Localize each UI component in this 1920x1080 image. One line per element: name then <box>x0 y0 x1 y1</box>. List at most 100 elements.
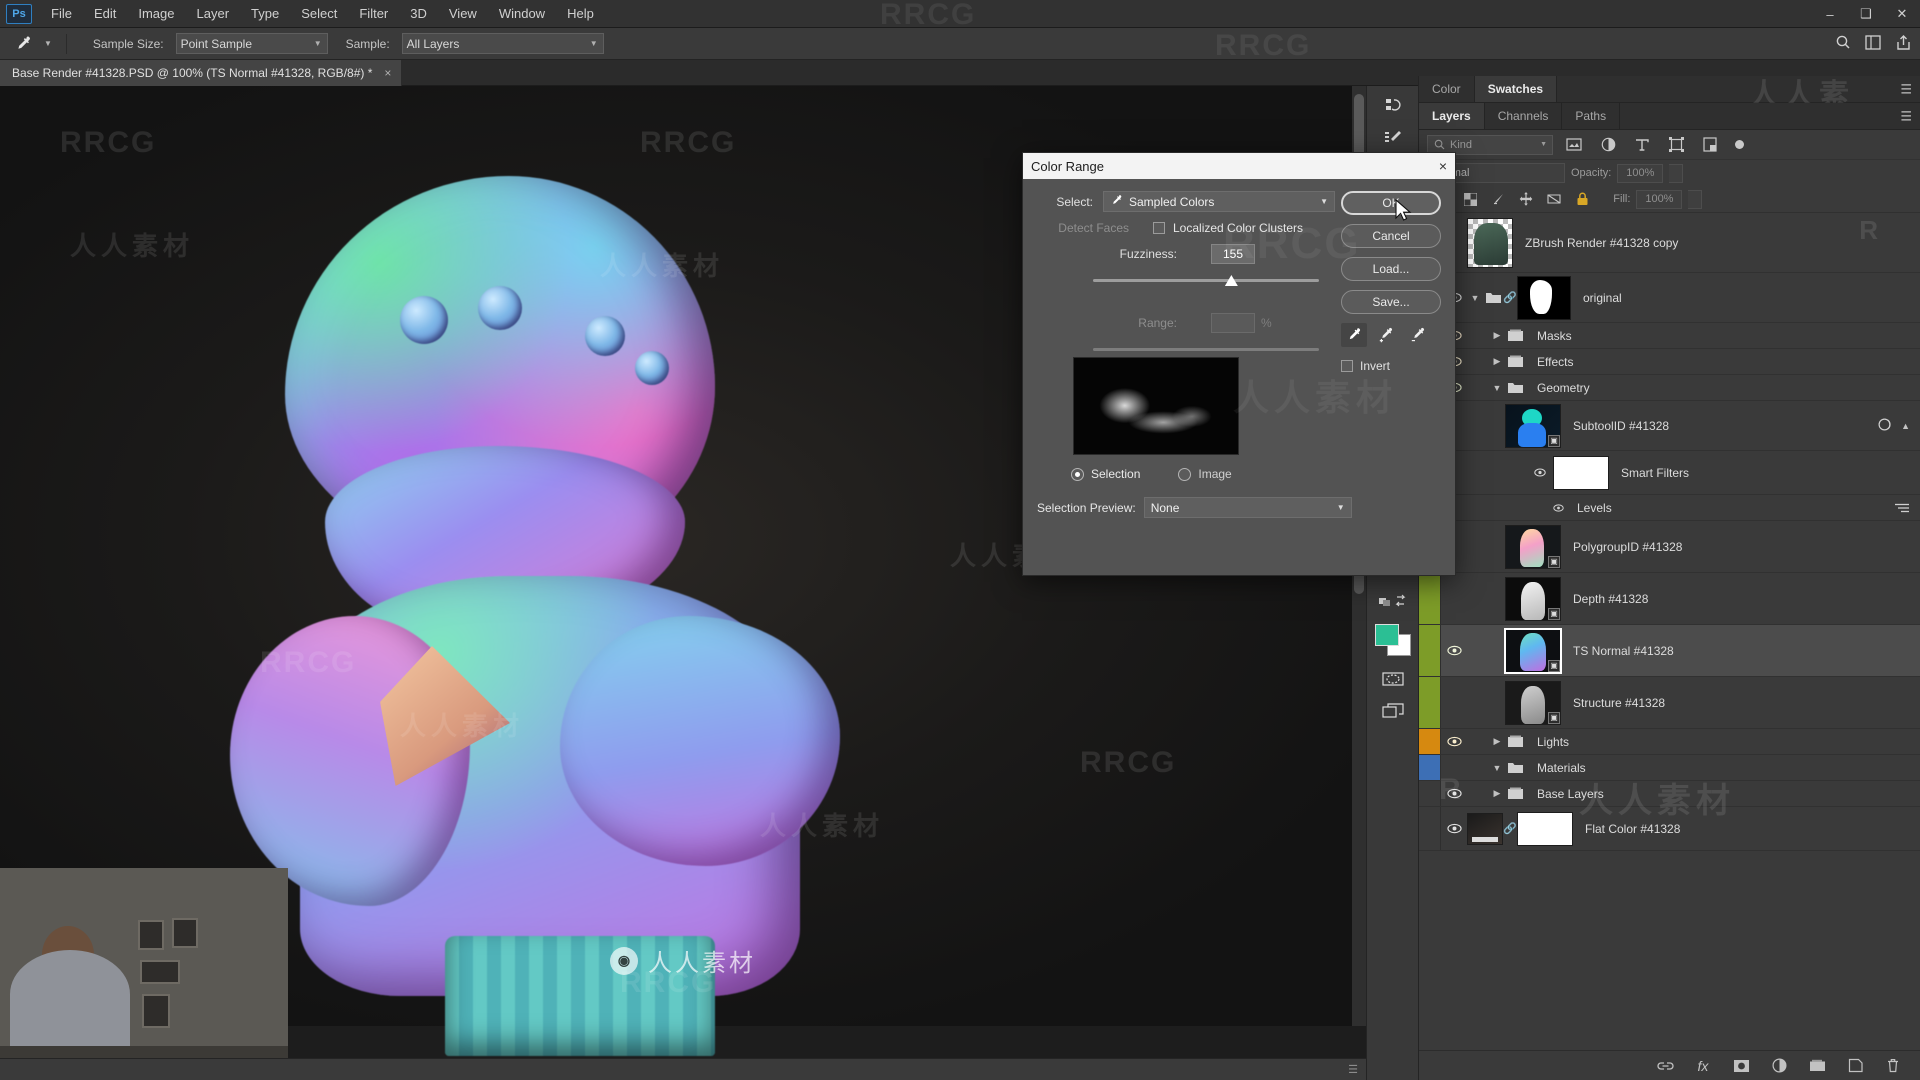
radio-button[interactable] <box>1071 467 1084 481</box>
screen-mode-icon[interactable] <box>1371 696 1415 726</box>
fuzziness-slider[interactable] <box>1093 273 1319 289</box>
share-icon[interactable] <box>1895 34 1912 54</box>
layer-thumbnail[interactable] <box>1467 812 1503 845</box>
eyedropper-add-tool[interactable] <box>1373 323 1399 347</box>
eyedropper-tool[interactable] <box>1341 323 1367 347</box>
selection-preview-thumbnail[interactable] <box>1073 357 1239 455</box>
table-row[interactable]: 🔗 Flat Color #41328 <box>1419 807 1920 851</box>
layer-color-bar[interactable] <box>1419 677 1441 728</box>
filter-visibility-toggle[interactable] <box>1545 503 1571 512</box>
menu-type[interactable]: Type <box>240 2 290 25</box>
sample-select[interactable]: All Layers ▼ <box>401 33 604 54</box>
tab-paths[interactable]: Paths <box>1562 103 1621 129</box>
layer-name[interactable]: Smart Filters <box>1609 466 1920 480</box>
filter-toggle-icon[interactable] <box>1735 140 1744 149</box>
menu-edit[interactable]: Edit <box>83 2 127 25</box>
invert-checkbox[interactable] <box>1341 360 1353 372</box>
history-icon[interactable] <box>1371 90 1415 120</box>
fill-stepper[interactable] <box>1688 189 1703 209</box>
layer-visibility-toggle[interactable] <box>1441 645 1467 656</box>
layer-color-bar[interactable] <box>1419 573 1441 624</box>
layer-color-bar[interactable] <box>1419 729 1441 754</box>
chevron-down-icon[interactable]: ▼ <box>1489 383 1505 393</box>
chevron-right-icon[interactable]: ▶ <box>1489 788 1505 799</box>
foreground-background-color[interactable] <box>1373 622 1413 658</box>
close-icon[interactable]: × <box>384 66 391 80</box>
workspace-icon[interactable] <box>1865 34 1881 53</box>
layer-name[interactable]: Materials <box>1525 761 1920 775</box>
layer-color-bar[interactable] <box>1419 807 1441 850</box>
layer-name[interactable]: PolygroupID #41328 <box>1561 540 1920 554</box>
layer-thumbnail[interactable]: ▣ <box>1504 627 1562 674</box>
fuzziness-input[interactable]: 155 <box>1211 244 1255 264</box>
smartobject-filter-icon[interactable] <box>1697 134 1723 156</box>
range-input[interactable] <box>1211 313 1255 333</box>
fill-value[interactable]: 100% <box>1636 189 1683 209</box>
panel-menu-icon[interactable]: ☰ <box>1900 83 1912 96</box>
table-row[interactable]: ▣ TS Normal #41328 <box>1419 625 1920 677</box>
link-layers-icon[interactable] <box>1655 1056 1675 1076</box>
layer-name[interactable]: Flat Color #41328 <box>1573 822 1920 836</box>
layer-name[interactable]: Masks <box>1525 329 1920 343</box>
close-icon[interactable]: ✕ <box>1884 0 1920 28</box>
radio-selection[interactable]: Selection <box>1071 467 1140 481</box>
load-button[interactable]: Load... <box>1341 257 1441 281</box>
layer-visibility-toggle[interactable] <box>1441 823 1467 834</box>
smart-filter-icon[interactable] <box>1878 417 1893 435</box>
layer-color-bar[interactable] <box>1419 781 1441 806</box>
layer-name[interactable]: ZBrush Render #41328 copy <box>1513 236 1920 250</box>
layer-list[interactable]: ZBrush Render #41328 copy R ▼ 🔗 original <box>1419 212 1920 908</box>
smart-filter-mask-thumbnail[interactable] <box>1553 455 1609 490</box>
table-row[interactable]: ▶ Base Layers <box>1419 781 1920 807</box>
filter-options-icon[interactable] <box>1894 502 1910 514</box>
quick-mask-icon[interactable] <box>1371 664 1415 694</box>
select-dropdown[interactable]: Sampled Colors ▼ <box>1103 191 1335 212</box>
menu-filter[interactable]: Filter <box>348 2 399 25</box>
shape-filter-icon[interactable] <box>1663 134 1689 156</box>
layer-mask-thumbnail[interactable] <box>1517 811 1573 846</box>
layer-name[interactable]: TS Normal #41328 <box>1561 644 1920 658</box>
layer-name[interactable]: Base Layers <box>1525 787 1920 801</box>
table-row[interactable]: ▼ Geometry <box>1419 375 1920 401</box>
restore-icon[interactable]: ❑ <box>1848 0 1884 28</box>
close-icon[interactable]: × <box>1439 158 1447 174</box>
chevron-up-icon[interactable]: ▲ <box>1901 421 1910 431</box>
menu-3d[interactable]: 3D <box>399 2 438 25</box>
table-row[interactable]: ▶ Effects <box>1419 349 1920 375</box>
save-button[interactable]: Save... <box>1341 290 1441 314</box>
layer-color-bar[interactable] <box>1419 755 1441 780</box>
adjustment-layer-icon[interactable] <box>1769 1056 1789 1076</box>
layer-thumbnail[interactable] <box>1467 217 1513 268</box>
layer-name[interactable]: Depth #41328 <box>1561 592 1920 606</box>
swap-colors-icon[interactable] <box>1371 586 1415 616</box>
color-range-dialog[interactable]: Color Range × Select: Sampled Colors ▼ D… <box>1022 152 1456 576</box>
layer-name[interactable]: Structure #41328 <box>1561 696 1920 710</box>
layer-name[interactable]: original <box>1571 291 1920 305</box>
chevron-right-icon[interactable]: ▶ <box>1489 330 1505 341</box>
layer-name[interactable]: Lights <box>1525 735 1920 749</box>
table-row[interactable]: ZBrush Render #41328 copy R <box>1419 213 1920 273</box>
lock-position-icon[interactable] <box>1515 189 1537 209</box>
sample-size-select[interactable]: Point Sample ▼ <box>175 33 328 54</box>
table-row[interactable]: ▼ 🔗 original <box>1419 273 1920 323</box>
radio-image[interactable]: Image <box>1178 467 1232 481</box>
pixel-filter-icon[interactable] <box>1561 134 1587 156</box>
chevron-right-icon[interactable]: ▶ <box>1489 356 1505 367</box>
menu-view[interactable]: View <box>438 2 488 25</box>
table-row[interactable]: ▣ Structure #41328 <box>1419 677 1920 729</box>
dialog-titlebar[interactable]: Color Range × <box>1023 153 1455 179</box>
lock-image-icon[interactable] <box>1487 189 1509 209</box>
table-row[interactable]: Levels <box>1419 495 1920 521</box>
foreground-color-swatch[interactable] <box>1374 624 1399 646</box>
type-filter-icon[interactable] <box>1629 134 1655 156</box>
panel-menu-icon[interactable]: ☰ <box>1900 110 1912 123</box>
layer-thumbnail[interactable]: ▣ <box>1505 680 1561 725</box>
table-row[interactable]: ▣ Depth #41328 <box>1419 573 1920 625</box>
search-icon[interactable] <box>1835 34 1851 53</box>
chevron-down-icon[interactable]: ▼ <box>1467 293 1483 303</box>
link-icon[interactable]: 🔗 <box>1503 822 1517 835</box>
ok-button[interactable]: OK <box>1341 191 1441 215</box>
delete-layer-icon[interactable] <box>1883 1056 1903 1076</box>
table-row[interactable]: Smart Filters <box>1419 451 1920 495</box>
table-row[interactable]: ▶ Masks <box>1419 323 1920 349</box>
